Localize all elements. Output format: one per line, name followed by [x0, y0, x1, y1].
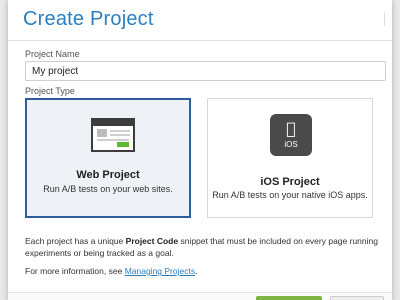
- web-project-description: Run A/B tests on your web sites.: [43, 184, 173, 194]
- web-project-title: Web Project: [76, 169, 140, 181]
- ios-app-icon:  iOS: [270, 114, 312, 156]
- project-type-label: Project Type: [25, 86, 75, 96]
- dialog-header: Create Project: [8, 0, 392, 41]
- close-button[interactable]: [384, 12, 392, 26]
- project-code-info: Each project has a unique Project Code s…: [25, 236, 378, 258]
- project-name-input[interactable]: [25, 61, 386, 81]
- more-info-text: For more information, see Managing Proje…: [25, 266, 198, 276]
- ios-project-title: iOS Project: [260, 176, 320, 188]
- project-code-term: Project Code: [125, 236, 179, 246]
- project-name-label: Project Name: [25, 49, 80, 59]
- cancel-button[interactable]: [330, 296, 384, 300]
- managing-projects-link[interactable]: Managing Projects: [125, 266, 195, 276]
- apple-logo-icon: : [270, 119, 312, 138]
- create-project-dialog: Create Project Project Name Project Type…: [8, 0, 392, 300]
- ios-project-description: Run A/B tests on your native iOS apps.: [212, 190, 368, 200]
- ios-project-card[interactable]:  iOS iOS Project Run A/B tests on your …: [207, 98, 373, 218]
- ios-icon-label: iOS: [284, 140, 298, 149]
- web-project-card[interactable]: Web Project Run A/B tests on your web si…: [25, 98, 191, 218]
- create-project-button[interactable]: [256, 296, 322, 300]
- dialog-title: Create Project: [23, 8, 154, 30]
- browser-window-icon: [91, 118, 135, 152]
